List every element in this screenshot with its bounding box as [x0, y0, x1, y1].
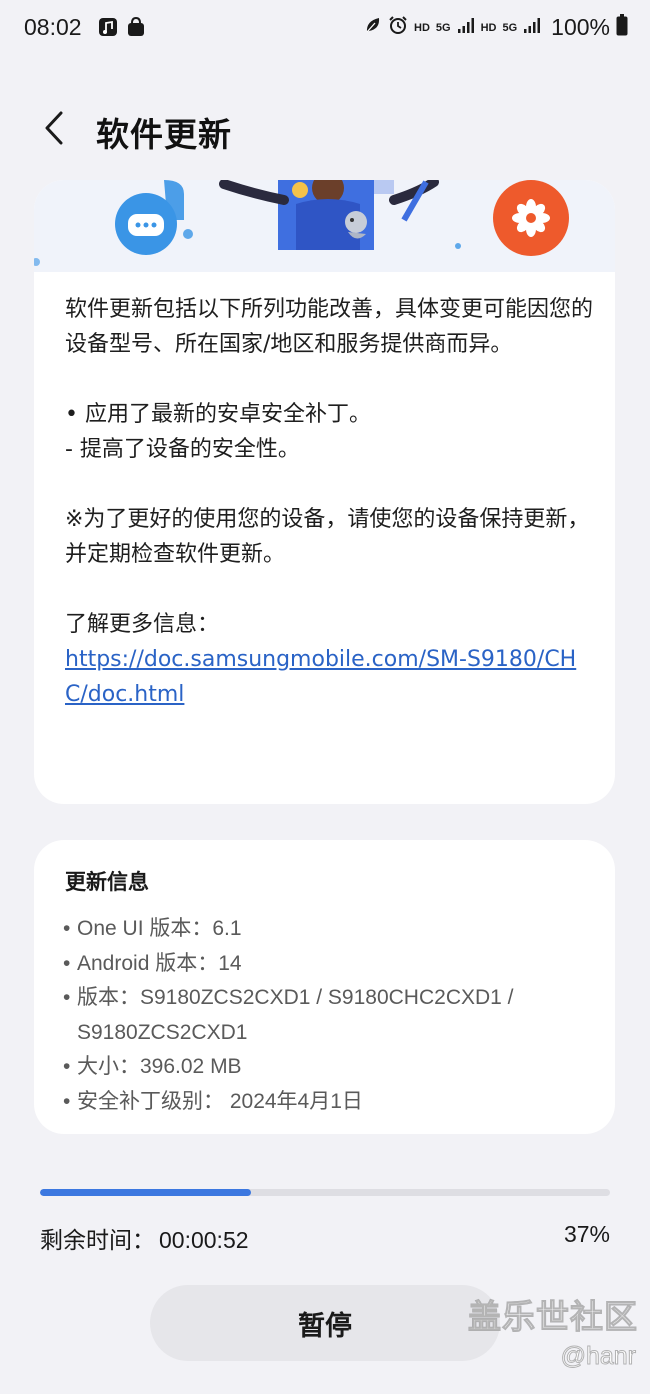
leaf-icon [364, 15, 382, 40]
notes-item-detail: - 提高了设备的安全性。 [65, 437, 300, 462]
5g-indicator-2: 5G [502, 21, 518, 34]
download-progress-bar [40, 1189, 610, 1196]
info-android-version: Android 版本：14 [63, 947, 603, 982]
music-app-icon [98, 16, 118, 38]
community-watermark: 盖乐世社区 [468, 1297, 638, 1337]
status-indicators: HD 5G HD 5G 100% [364, 14, 628, 41]
battery-icon [616, 14, 628, 41]
notes-recommendation: ※为了更好的使用您的设备，请使您的设备保持更新，并定期检查软件更新。 [65, 507, 590, 567]
release-notes-card: 软件更新包括以下所列功能改善，具体变更可能因您的设备型号、所在国家/地区和服务提… [34, 180, 615, 804]
chevron-left-icon [45, 111, 63, 145]
illustration-banner [34, 180, 615, 272]
more-info-link[interactable]: https://doc.samsungmobile.com/SM-S9180/C… [65, 647, 576, 707]
info-security-patch-level: 安全补丁级别： 2024年4月1日 [63, 1085, 603, 1120]
author-watermark: @hanr [560, 1342, 636, 1371]
back-button[interactable] [34, 106, 74, 150]
shopping-bag-icon [126, 16, 146, 38]
5g-indicator-1: 5G [435, 21, 451, 34]
software-update-screen: 08:02 HD 5G HD 5G 100% 软件更新 软件更新包括以下所列功能… [0, 0, 650, 1394]
remaining-time: 剩余时间： 00:00:52 [40, 1221, 249, 1255]
update-info-list: One UI 版本：6.1 Android 版本：14 版本：S9180ZCS2… [63, 912, 603, 1119]
update-info-title: 更新信息 [65, 870, 149, 894]
status-time: 08:02 [24, 14, 82, 40]
alarm-icon [388, 15, 408, 40]
page-title: 软件更新 [96, 115, 232, 154]
app-header: 软件更新 [0, 90, 650, 170]
notes-intro: 软件更新包括以下所列功能改善，具体变更可能因您的设备型号、所在国家/地区和服务提… [65, 297, 594, 357]
progress-percent: 37% [563, 1221, 610, 1247]
hd-indicator-1: HD [414, 21, 430, 34]
remaining-time-label: 剩余时间： [40, 1228, 155, 1254]
battery-percent: 100% [551, 14, 610, 40]
info-one-ui-version: One UI 版本：6.1 [63, 912, 603, 947]
download-progress-fill [40, 1189, 251, 1196]
status-bar: 08:02 HD 5G HD 5G 100% [0, 0, 650, 56]
hd-indicator-2: HD [480, 21, 497, 34]
pause-button[interactable]: 暂停 [150, 1285, 500, 1361]
signal-bars-icon [457, 16, 475, 39]
signal-bars-icon [523, 16, 541, 39]
more-info-label: 了解更多信息： [65, 612, 220, 637]
notes-item: • 应用了最新的安卓安全补丁。 [65, 402, 371, 427]
release-notes-text: 软件更新包括以下所列功能改善，具体变更可能因您的设备型号、所在国家/地区和服务提… [65, 292, 595, 712]
info-size: 大小：396.02 MB [63, 1050, 603, 1085]
update-info-card: 更新信息 One UI 版本：6.1 Android 版本：14 版本：S918… [34, 840, 615, 1134]
remaining-time-value: 00:00:52 [159, 1227, 249, 1253]
info-build-version: 版本：S9180ZCS2CXD1 / S9180CHC2CXD1 / S9180… [63, 981, 603, 1050]
